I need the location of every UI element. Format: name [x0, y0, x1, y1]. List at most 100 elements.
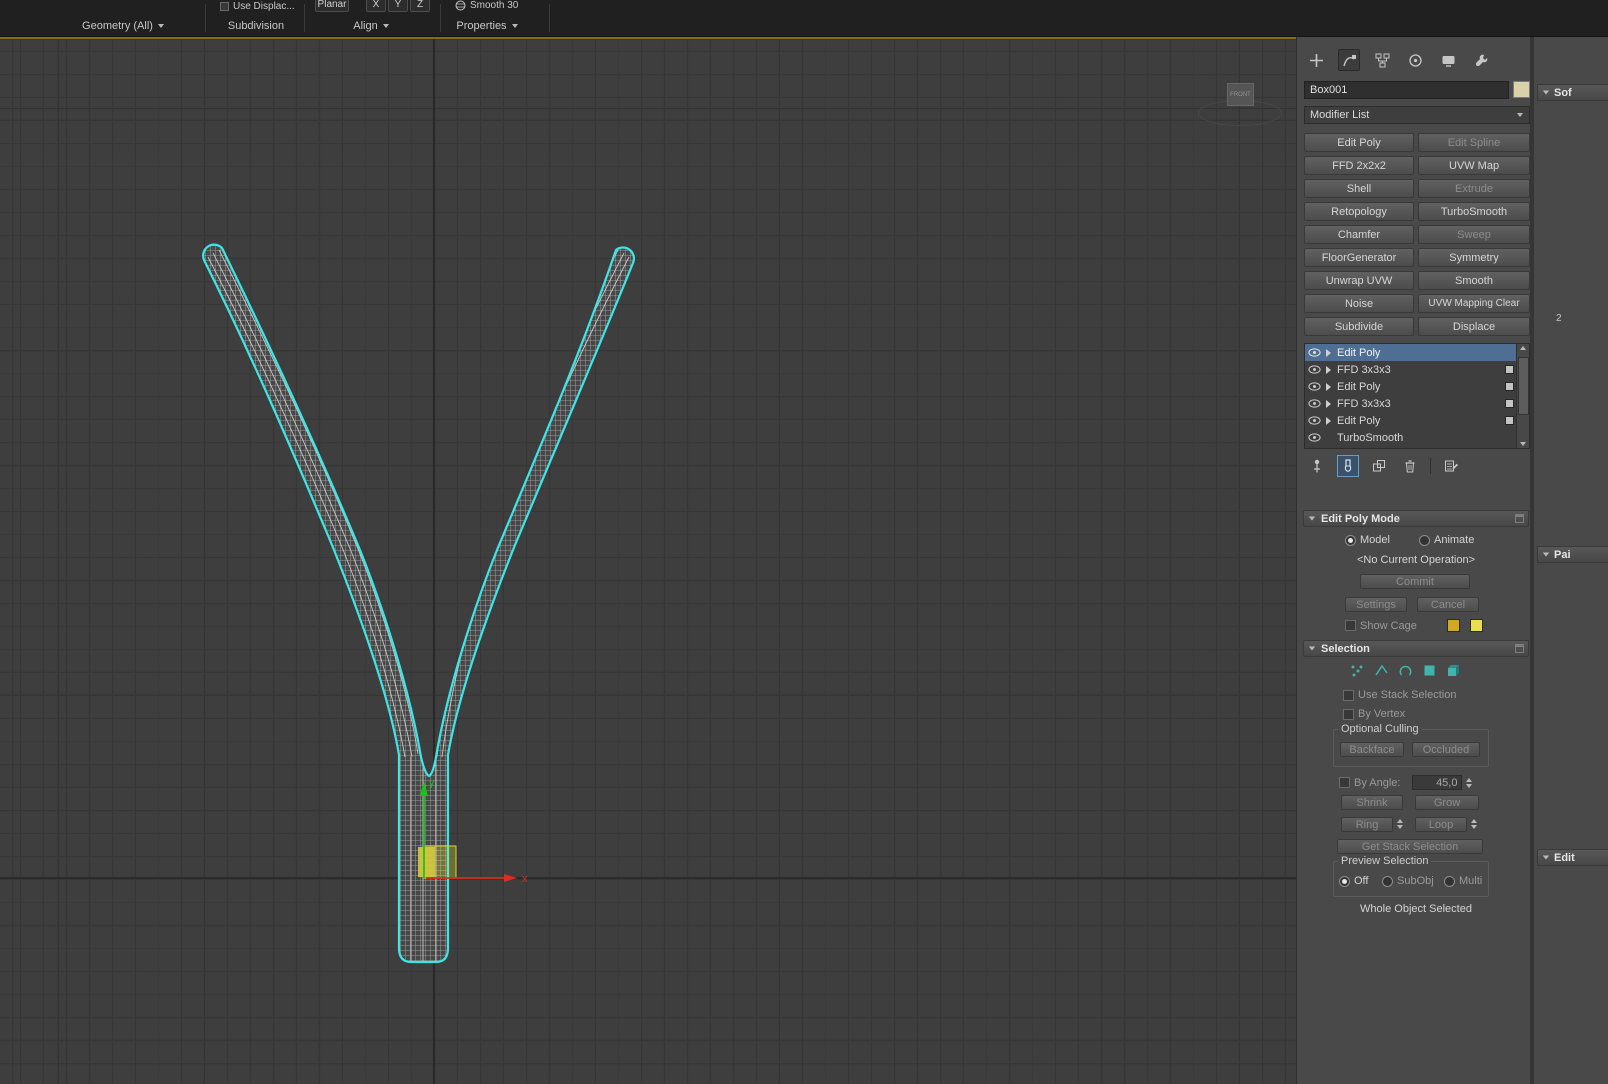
expand-arrow-icon[interactable] — [1326, 399, 1331, 408]
display-tab[interactable] — [1437, 49, 1459, 71]
chamfer-button[interactable]: Chamfer — [1304, 225, 1414, 244]
model-radio[interactable]: Model — [1345, 534, 1390, 546]
by-angle-checkbox[interactable] — [1339, 777, 1350, 788]
ribbon-group-properties[interactable]: Properties — [450, 18, 524, 33]
use-displacement-checkbox[interactable]: Use Displac... — [220, 1, 295, 12]
retopology-button[interactable]: Retopology — [1304, 202, 1414, 221]
preview-off-radio[interactable]: Off — [1339, 875, 1368, 887]
gizmo-plane-highlight[interactable] — [418, 847, 435, 877]
edit-poly-button[interactable]: Edit Poly — [1304, 133, 1414, 152]
front-viewport[interactable]: FRONT y x — [0, 37, 1296, 1084]
visibility-eye-icon[interactable] — [1308, 433, 1321, 442]
uvw-map-button[interactable]: UVW Map — [1418, 156, 1530, 175]
settings-button[interactable]: Settings — [1345, 597, 1407, 612]
expand-arrow-icon[interactable] — [1326, 365, 1331, 374]
by-vertex-checkbox[interactable]: By Vertex — [1343, 708, 1405, 720]
by-angle-spinner[interactable] — [1466, 777, 1473, 788]
modifier-enable-toggle[interactable] — [1505, 399, 1514, 408]
object-color-swatch[interactable] — [1513, 81, 1530, 98]
smooth-button[interactable]: Smooth — [1418, 271, 1530, 290]
loop-spinner[interactable] — [1471, 819, 1477, 829]
ring-spinner[interactable] — [1397, 819, 1403, 829]
loop-button[interactable]: Loop — [1415, 817, 1467, 832]
show-end-result-button[interactable] — [1337, 455, 1359, 477]
remove-modifier-button[interactable] — [1399, 455, 1421, 477]
sweep-button[interactable]: Sweep — [1418, 225, 1530, 244]
motion-tab[interactable] — [1404, 49, 1426, 71]
object-name-field[interactable]: Box001 — [1304, 81, 1509, 99]
ribbon-group-subdivision[interactable]: Subdivision — [210, 18, 302, 33]
show-cage-checkbox[interactable]: Show Cage — [1345, 619, 1483, 632]
modifier-list-dropdown[interactable]: Modifier List — [1304, 106, 1530, 124]
symmetry-button[interactable]: Symmetry — [1418, 248, 1530, 267]
visibility-eye-icon[interactable] — [1308, 416, 1321, 425]
modify-tab[interactable] — [1338, 49, 1360, 71]
floorgenerator-button[interactable]: FloorGenerator — [1304, 248, 1414, 267]
scroll-thumb[interactable] — [1518, 357, 1529, 415]
create-tab[interactable] — [1305, 49, 1327, 71]
scroll-down-icon[interactable] — [1520, 442, 1526, 446]
spinner-down-icon[interactable] — [1471, 825, 1477, 829]
edit-spline-button[interactable]: Edit Spline — [1418, 133, 1530, 152]
radio-icon[interactable] — [1339, 875, 1350, 887]
cage-color-swatch-2[interactable] — [1469, 619, 1483, 632]
preview-multi-radio[interactable]: Multi — [1444, 875, 1482, 887]
checkbox-icon[interactable] — [1343, 689, 1354, 701]
use-stack-selection-checkbox[interactable]: Use Stack Selection — [1343, 689, 1456, 701]
visibility-eye-icon[interactable] — [1308, 382, 1321, 391]
commit-button[interactable]: Commit — [1360, 574, 1470, 589]
noise-button[interactable]: Noise — [1304, 294, 1414, 313]
align-z-button[interactable]: Z — [410, 0, 430, 12]
checkbox-icon[interactable] — [220, 2, 229, 11]
wireframe-model[interactable]: y x — [0, 37, 1296, 1084]
spinner-down-icon[interactable] — [1466, 783, 1473, 788]
by-angle-value-field[interactable]: 45,0 — [1412, 775, 1463, 790]
ffd-2x2x2-button[interactable]: FFD 2x2x2 — [1304, 156, 1414, 175]
spinner-up-icon[interactable] — [1471, 819, 1477, 823]
radio-icon[interactable] — [1419, 534, 1430, 546]
ribbon-group-align[interactable]: Align — [337, 18, 405, 33]
spinner-up-icon[interactable] — [1466, 777, 1473, 782]
expand-arrow-icon[interactable] — [1326, 348, 1331, 357]
configure-modifier-sets-button[interactable] — [1440, 455, 1462, 477]
rollout-selection[interactable]: Selection — [1303, 640, 1529, 657]
align-x-button[interactable]: X — [366, 0, 386, 12]
radio-icon[interactable] — [1345, 534, 1356, 546]
stack-item-turbosmooth[interactable]: TurboSmooth — [1305, 429, 1517, 446]
hierarchy-tab[interactable] — [1371, 49, 1393, 71]
vertex-subobject-icon[interactable] — [1349, 662, 1366, 679]
rollout-edit-poly-mode[interactable]: Edit Poly Mode — [1303, 510, 1529, 527]
ring-button[interactable]: Ring — [1341, 817, 1393, 832]
unwrap-uvw-button[interactable]: Unwrap UVW — [1304, 271, 1414, 290]
uvw-mapping-clear-button[interactable]: UVW Mapping Clear — [1418, 294, 1530, 313]
stack-item-ffd[interactable]: FFD 3x3x3 — [1305, 361, 1517, 378]
preview-subobj-radio[interactable]: SubObj — [1382, 875, 1434, 887]
stack-item-edit-poly[interactable]: Edit Poly — [1305, 378, 1517, 395]
pin-stack-button[interactable] — [1306, 455, 1328, 477]
polygon-subobject-icon[interactable] — [1421, 662, 1438, 679]
shrink-button[interactable]: Shrink — [1341, 795, 1403, 810]
displace-button[interactable]: Displace — [1418, 317, 1530, 336]
checkbox-icon[interactable] — [1343, 708, 1354, 720]
expand-arrow-icon[interactable] — [1326, 382, 1331, 391]
stack-item-ffd[interactable]: FFD 3x3x3 — [1305, 395, 1517, 412]
get-stack-selection-button[interactable]: Get Stack Selection — [1337, 839, 1483, 854]
animate-radio[interactable]: Animate — [1419, 534, 1474, 546]
visibility-eye-icon[interactable] — [1308, 365, 1321, 374]
rollout-paint[interactable]: Pai — [1537, 546, 1608, 563]
modifier-enable-toggle[interactable] — [1505, 365, 1514, 374]
smooth-30-button[interactable]: Smooth 30 — [455, 0, 518, 11]
visibility-eye-icon[interactable] — [1308, 399, 1321, 408]
shell-button[interactable]: Shell — [1304, 179, 1414, 198]
element-subobject-icon[interactable] — [1445, 662, 1462, 679]
make-unique-button[interactable] — [1368, 455, 1390, 477]
modifier-enable-toggle[interactable] — [1505, 382, 1514, 391]
subdivide-button[interactable]: Subdivide — [1304, 317, 1414, 336]
checkbox-icon[interactable] — [1345, 620, 1356, 631]
ribbon-group-geometry[interactable]: Geometry (All) — [58, 18, 188, 33]
utilities-tab[interactable] — [1470, 49, 1492, 71]
radio-icon[interactable] — [1444, 875, 1455, 887]
extrude-button[interactable]: Extrude — [1418, 179, 1530, 198]
visibility-eye-icon[interactable] — [1308, 348, 1321, 357]
border-subobject-icon[interactable] — [1397, 662, 1414, 679]
